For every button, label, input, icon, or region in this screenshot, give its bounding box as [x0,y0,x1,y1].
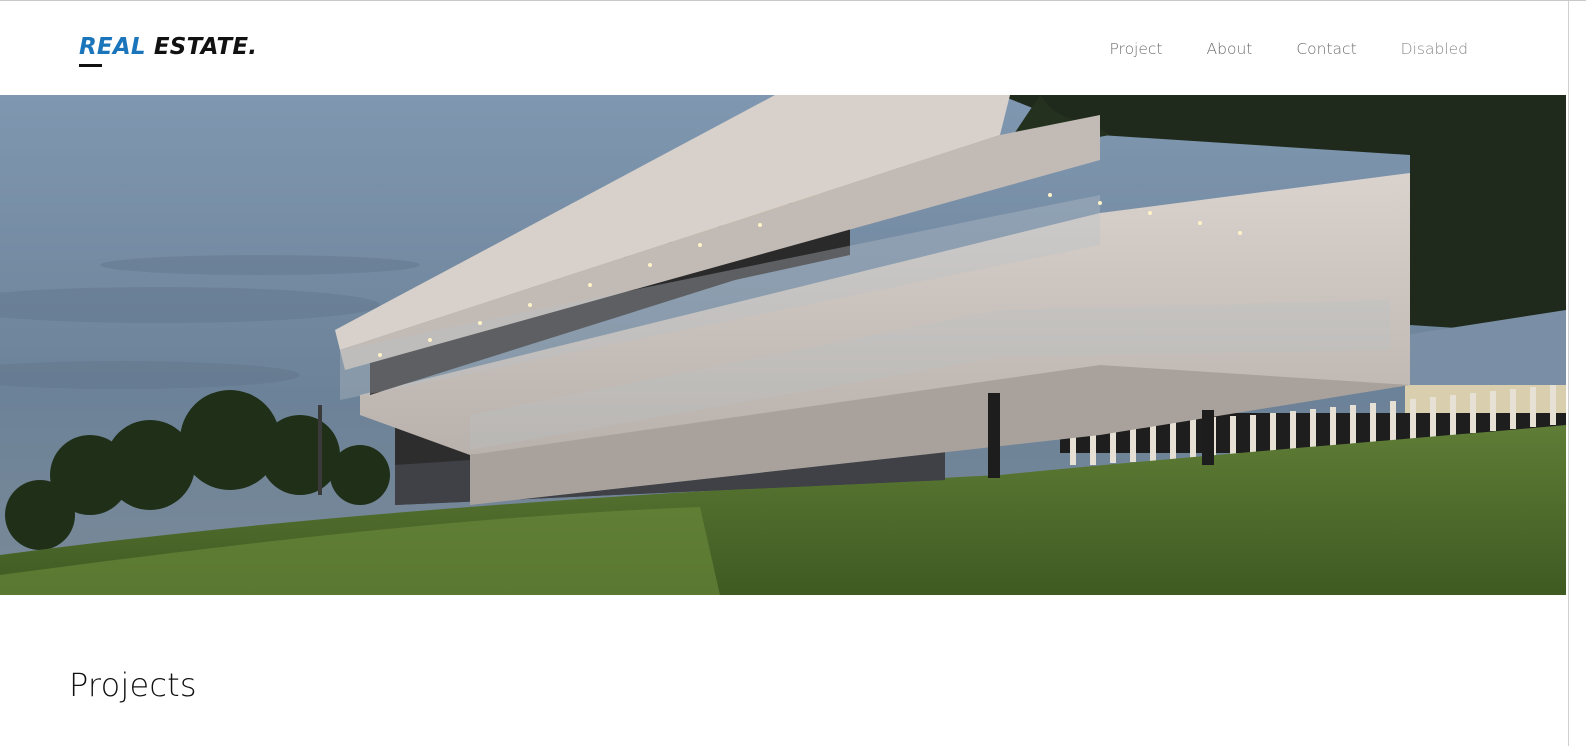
projects-title: Projects [69,666,197,704]
nav-link-project[interactable]: Project [1109,40,1162,58]
nav-link-disabled: Disabled [1400,40,1468,58]
nav-links: Project About Contact Disabled [1065,40,1468,58]
brand-accent: REAL [79,34,146,60]
nav-link-about[interactable]: About [1207,40,1253,58]
scrollbar[interactable] [1566,1,1586,746]
scrollbar-track-line [1568,1,1569,746]
hero-illustration [0,95,1566,595]
navbar: REAL ESTATE. Project About Contact Disab… [0,1,1566,95]
brand-rest: ESTATE. [145,34,258,60]
page: REAL ESTATE. Project About Contact Disab… [0,0,1586,746]
hero-image [0,95,1566,595]
nav-link-contact[interactable]: Contact [1296,40,1356,58]
brand-logo[interactable]: REAL ESTATE. [79,34,257,60]
